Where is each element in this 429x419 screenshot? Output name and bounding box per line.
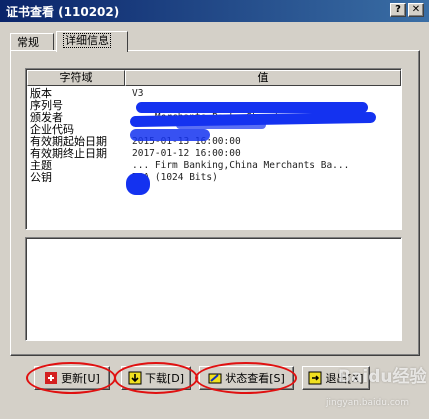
field-value: RSA (1024 Bits): [132, 172, 218, 183]
tab-details-label: 详细信息: [63, 33, 111, 48]
tab-general-label: 常规: [17, 36, 39, 49]
window-title: 证书查看 (110202): [6, 4, 120, 19]
highlight-ellipse: [26, 362, 116, 394]
tab-details[interactable]: 详细信息: [56, 31, 128, 52]
redaction-mark: [176, 121, 266, 129]
field-list[interactable]: 字符域 值 版本 V3 序列号 颁发者 ... Merchants Bank, …: [25, 68, 402, 230]
list-header: 字符域 值: [27, 70, 401, 86]
column-header-value[interactable]: 值: [125, 70, 401, 86]
field-value: V3: [132, 88, 144, 99]
watermark-url: jingyan.baidu.com: [326, 398, 410, 408]
redaction-mark: [130, 129, 210, 141]
close-button[interactable]: ✕: [408, 3, 424, 17]
redaction-mark: [136, 102, 368, 113]
highlight-ellipse: [195, 362, 297, 394]
help-button[interactable]: ?: [390, 3, 406, 17]
list-row-valid-to[interactable]: 有效期终止日期 2017-01-12 16:00:00: [29, 148, 401, 160]
list-row-public-key[interactable]: 公钥 RSA (1024 Bits): [29, 172, 401, 184]
column-header-field[interactable]: 字符域: [27, 70, 125, 86]
details-panel: 字符域 值 版本 V3 序列号 颁发者 ... Merchants Bank, …: [10, 50, 420, 356]
exit-door-icon: [308, 371, 322, 385]
list-row-version[interactable]: 版本 V3: [29, 88, 401, 100]
watermark-logo: Baidu经验: [338, 367, 427, 387]
highlight-ellipse: [114, 362, 198, 394]
field-value: 2017-01-12 16:00:00: [132, 148, 241, 159]
list-row-subject[interactable]: 主题 ... Firm Banking,China Merchants Ba..…: [29, 160, 401, 172]
field-name: 公钥: [30, 171, 52, 184]
field-value: ... Firm Banking,China Merchants Ba...: [132, 160, 350, 171]
title-bar: 证书查看 (110202) ? ✕: [0, 0, 429, 22]
value-detail-box[interactable]: [25, 237, 402, 341]
redaction-mark: [126, 173, 150, 195]
tab-general[interactable]: 常规: [10, 33, 54, 51]
